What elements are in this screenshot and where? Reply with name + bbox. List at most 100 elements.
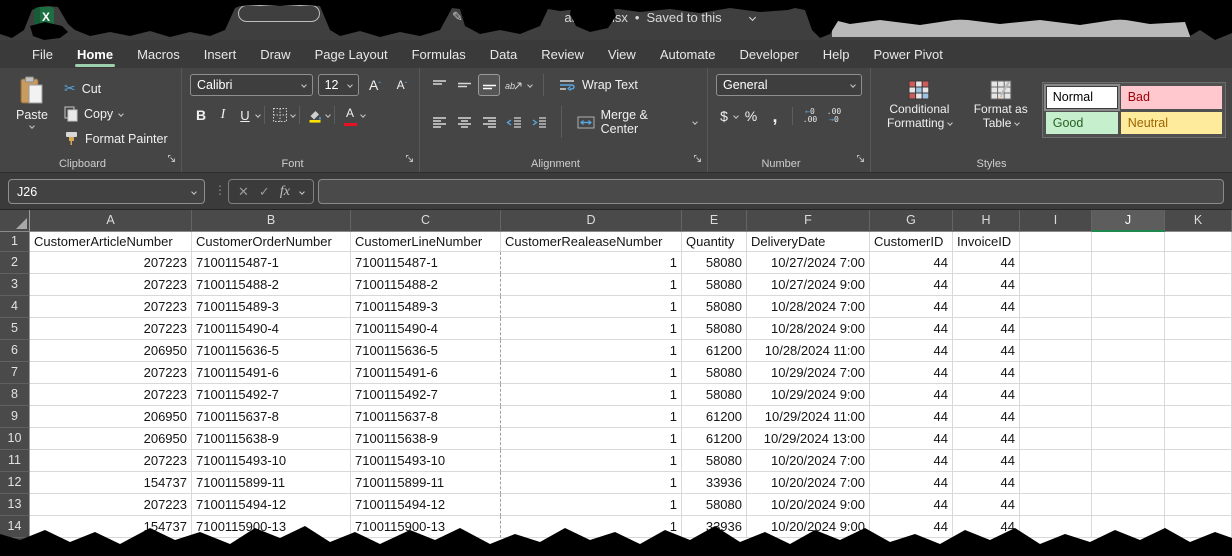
align-right-button[interactable]: [478, 111, 500, 133]
cell-A7[interactable]: 207223: [30, 362, 192, 384]
cell-J14[interactable]: [1092, 516, 1165, 538]
cell-H4[interactable]: 44: [953, 296, 1020, 318]
row-header-4[interactable]: 4: [0, 296, 30, 318]
cell-K14[interactable]: [1165, 516, 1232, 538]
cell-I9[interactable]: [1020, 406, 1092, 428]
cell-D11[interactable]: 1: [501, 450, 682, 472]
cell-J5[interactable]: [1092, 318, 1165, 340]
cell-I14[interactable]: [1020, 516, 1092, 538]
cell-F1[interactable]: DeliveryDate: [747, 232, 870, 252]
column-header-B[interactable]: B: [192, 210, 351, 232]
column-header-J[interactable]: J: [1092, 210, 1165, 232]
cell-H14[interactable]: 44: [953, 516, 1020, 538]
cell-K4[interactable]: [1165, 296, 1232, 318]
clipboard-dialog-launcher-icon[interactable]: [167, 150, 176, 168]
paste-button[interactable]: Paste: [8, 74, 56, 152]
cell-H3[interactable]: 44: [953, 274, 1020, 296]
cell-A9[interactable]: 206950: [30, 406, 192, 428]
font-family-select[interactable]: Calibri: [190, 74, 313, 96]
cell-C11[interactable]: 7100115493-10: [351, 450, 501, 472]
font-color-chevron-icon[interactable]: [360, 112, 366, 118]
decrease-font-size-button[interactable]: Aˇ: [391, 74, 413, 96]
cell-I1[interactable]: [1020, 232, 1092, 252]
underline-button[interactable]: U: [234, 104, 256, 126]
decrease-decimal-button[interactable]: .00→0: [823, 105, 845, 127]
cell-D8[interactable]: 1: [501, 384, 682, 406]
tab-view[interactable]: View: [596, 42, 648, 67]
title-chevron-down-icon[interactable]: [749, 13, 756, 20]
column-header-K[interactable]: K: [1165, 210, 1232, 232]
decrease-indent-button[interactable]: [503, 111, 525, 133]
cell-K13[interactable]: [1165, 494, 1232, 516]
bottom-align-button[interactable]: [478, 74, 500, 96]
cell-G10[interactable]: 44: [870, 428, 953, 450]
merge-center-button[interactable]: Merge & Center: [573, 106, 701, 138]
cell-B5[interactable]: 7100115490-4: [192, 318, 351, 340]
cell-G3[interactable]: 44: [870, 274, 953, 296]
cell-B13[interactable]: 7100115494-12: [192, 494, 351, 516]
tab-power-pivot[interactable]: Power Pivot: [861, 42, 954, 67]
cell-J11[interactable]: [1092, 450, 1165, 472]
row-header-6[interactable]: 6: [0, 340, 30, 362]
cell-G9[interactable]: 44: [870, 406, 953, 428]
cell-G5[interactable]: 44: [870, 318, 953, 340]
copy-button[interactable]: Copy: [60, 104, 172, 124]
cell-I4[interactable]: [1020, 296, 1092, 318]
column-header-C[interactable]: C: [351, 210, 501, 232]
column-header-I[interactable]: I: [1020, 210, 1092, 232]
cell-F4[interactable]: 10/28/2024 7:00: [747, 296, 870, 318]
name-box[interactable]: J26: [8, 179, 205, 204]
cell-J12[interactable]: [1092, 472, 1165, 494]
font-size-select[interactable]: 12: [318, 74, 359, 96]
cell-K7[interactable]: [1165, 362, 1232, 384]
cell-I10[interactable]: [1020, 428, 1092, 450]
cell-style-bad[interactable]: Bad: [1121, 86, 1222, 109]
row-header-1[interactable]: 1: [0, 232, 30, 252]
cell-B6[interactable]: 7100115636-5: [192, 340, 351, 362]
cell-E6[interactable]: 61200: [682, 340, 747, 362]
cell-C10[interactable]: 7100115638-9: [351, 428, 501, 450]
autosave-toggle[interactable]: [238, 5, 320, 22]
cell-G6[interactable]: 44: [870, 340, 953, 362]
cell-C14[interactable]: 7100115900-13: [351, 516, 501, 538]
cell-B3[interactable]: 7100115488-2: [192, 274, 351, 296]
column-header-F[interactable]: F: [747, 210, 870, 232]
cell-H8[interactable]: 44: [953, 384, 1020, 406]
cell-K10[interactable]: [1165, 428, 1232, 450]
cell-B2[interactable]: 7100115487-1: [192, 252, 351, 274]
cell-C5[interactable]: 7100115490-4: [351, 318, 501, 340]
save-status[interactable]: Saved to this: [646, 10, 721, 25]
tab-automate[interactable]: Automate: [648, 42, 728, 67]
cell-F7[interactable]: 10/29/2024 7:00: [747, 362, 870, 384]
cell-C12[interactable]: 7100115899-11: [351, 472, 501, 494]
cell-D13[interactable]: 1: [501, 494, 682, 516]
cell-K1[interactable]: [1165, 232, 1232, 252]
middle-align-button[interactable]: [453, 74, 475, 96]
cell-H9[interactable]: 44: [953, 406, 1020, 428]
cell-E1[interactable]: Quantity: [682, 232, 747, 252]
cell-H11[interactable]: 44: [953, 450, 1020, 472]
cell-H1[interactable]: InvoiceID: [953, 232, 1020, 252]
tab-macros[interactable]: Macros: [125, 42, 192, 67]
cell-G14[interactable]: 44: [870, 516, 953, 538]
cell-G2[interactable]: 44: [870, 252, 953, 274]
row-header-11[interactable]: 11: [0, 450, 30, 472]
cell-G4[interactable]: 44: [870, 296, 953, 318]
cell-K12[interactable]: [1165, 472, 1232, 494]
search-box[interactable]: [832, 20, 1190, 37]
cell-C13[interactable]: 7100115494-12: [351, 494, 501, 516]
cell-D5[interactable]: 1: [501, 318, 682, 340]
cell-G11[interactable]: 44: [870, 450, 953, 472]
cell-D12[interactable]: 1: [501, 472, 682, 494]
cell-A12[interactable]: 154737: [30, 472, 192, 494]
format-as-table-button[interactable]: Format asTable: [966, 74, 1036, 152]
cell-E4[interactable]: 58080: [682, 296, 747, 318]
tab-insert[interactable]: Insert: [192, 42, 249, 67]
cell-F5[interactable]: 10/28/2024 9:00: [747, 318, 870, 340]
cell-E3[interactable]: 58080: [682, 274, 747, 296]
cell-E13[interactable]: 58080: [682, 494, 747, 516]
row-header-2[interactable]: 2: [0, 252, 30, 274]
cell-E2[interactable]: 58080: [682, 252, 747, 274]
cell-I12[interactable]: [1020, 472, 1092, 494]
increase-font-size-button[interactable]: Aˆ: [364, 74, 386, 96]
